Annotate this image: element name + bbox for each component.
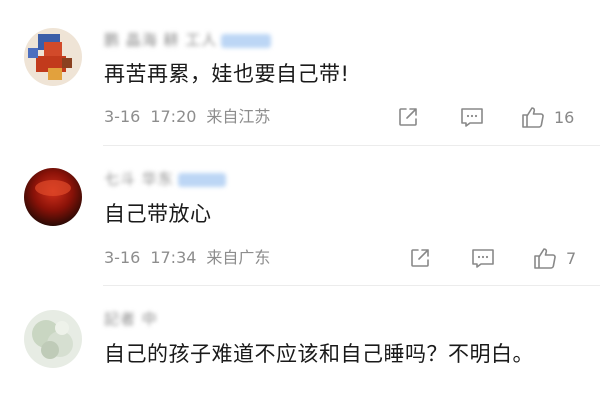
comment-button[interactable]: [470, 245, 496, 271]
comment-location: 来自广东: [206, 248, 271, 267]
avatar-image: [24, 28, 82, 86]
comment-icon: [461, 108, 483, 127]
username[interactable]: 七斗 华东: [104, 168, 226, 190]
comment-date: 3-16: [104, 248, 141, 267]
comment-item: 鹏 晶海 耕 工人 再苦再累，娃也要自己带! 3-16 17:20 来自江苏 16: [0, 0, 600, 146]
share-icon: [399, 108, 417, 126]
avatar-image: [24, 310, 82, 368]
username-text: 鹏 晶海 耕 工人: [104, 31, 218, 49]
comment-item: 七斗 华东 自己带放心 3-16 17:34 来自广东 7: [0, 146, 600, 286]
avatar[interactable]: [24, 310, 82, 368]
like-count: 7: [566, 248, 577, 268]
comment-time: 17:34: [150, 248, 197, 267]
thumbs-up-icon: [534, 248, 556, 269]
vip-badge: [177, 172, 226, 187]
comment-location: 来自江苏: [206, 107, 271, 126]
avatar-image: [24, 168, 82, 226]
comment-date: 3-16: [104, 107, 141, 126]
comment-time: 17:20: [150, 107, 197, 126]
thumbs-up-icon: [522, 107, 544, 128]
share-button[interactable]: [396, 104, 420, 130]
comment-text: 自己带放心: [104, 202, 212, 226]
comment-meta: 3-16 17:34 来自广东: [104, 247, 280, 269]
vip-badge: [221, 33, 272, 48]
comment-text: 自己的孩子难道不应该和自己睡吗？不明白。: [104, 342, 534, 366]
avatar[interactable]: [24, 168, 82, 226]
like-count: 16: [554, 107, 575, 127]
username[interactable]: 鹏 晶海 耕 工人: [104, 29, 272, 51]
share-button[interactable]: [408, 245, 432, 271]
share-icon: [411, 249, 429, 267]
comment-button[interactable]: [459, 104, 485, 130]
comment-list: 鹏 晶海 耕 工人 再苦再累，娃也要自己带! 3-16 17:20 来自江苏 16: [0, 0, 600, 406]
comment-icon: [472, 249, 494, 268]
comment-item: 記者 中 自己的孩子难道不应该和自己睡吗？不明白。: [0, 286, 600, 406]
like-button[interactable]: 16: [520, 104, 574, 130]
comment-text: 再苦再累，娃也要自己带!: [104, 62, 350, 86]
username-text: 七斗 华东: [104, 170, 174, 188]
username[interactable]: 記者 中: [104, 308, 158, 330]
username-text: 記者 中: [104, 310, 158, 328]
avatar[interactable]: [24, 28, 82, 86]
comment-meta: 3-16 17:20 来自江苏: [104, 106, 280, 128]
like-button[interactable]: 7: [532, 245, 576, 271]
